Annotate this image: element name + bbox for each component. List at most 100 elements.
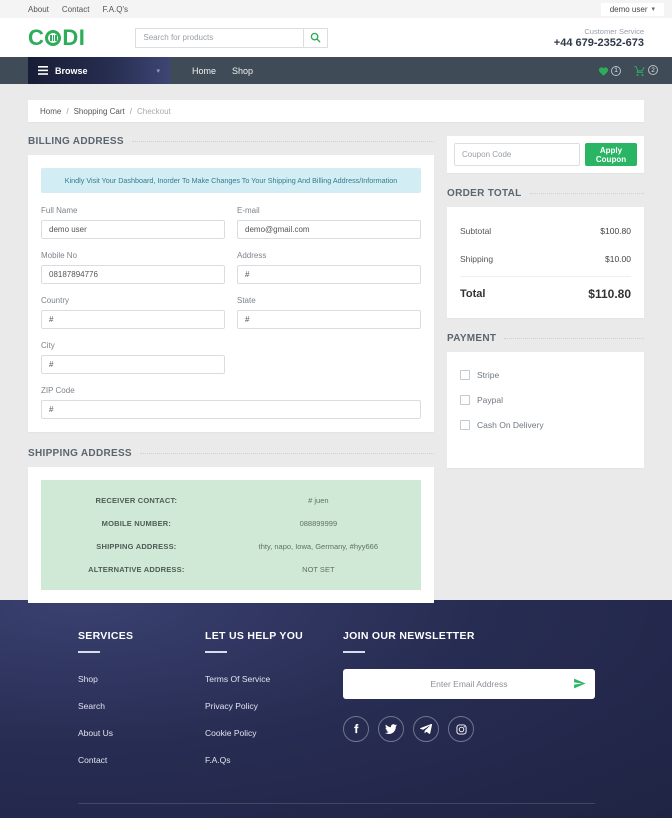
country-input[interactable]	[41, 310, 225, 329]
logo-circle-icon	[45, 29, 62, 46]
cod-label: Cash On Delivery	[477, 420, 544, 430]
newsletter-email-input[interactable]	[343, 669, 595, 699]
mobile-label: Mobile No	[41, 251, 78, 260]
alternative-address-value: NOT SET	[302, 565, 335, 574]
payment-option-paypal[interactable]: Paypal	[460, 390, 631, 405]
breadcrumb-home[interactable]: Home	[40, 107, 61, 116]
billing-card: Kindly Visit Your Dashboard, Inorder To …	[28, 155, 434, 432]
stripe-checkbox[interactable]	[460, 370, 470, 380]
cod-checkbox[interactable]	[460, 420, 470, 430]
instagram-icon[interactable]	[448, 716, 474, 742]
field-zip: ZIP Code	[41, 386, 421, 419]
footer-link-privacy[interactable]: Privacy Policy	[205, 701, 258, 711]
footer-link-cookie[interactable]: Cookie Policy	[205, 728, 257, 738]
main-header: C DI Customer Service +44 679-2352-673	[0, 18, 672, 57]
payment-card: Stripe Paypal Cash On Delivery	[447, 352, 644, 468]
field-full-name: Full Name	[41, 206, 225, 239]
paypal-checkbox[interactable]	[460, 395, 470, 405]
customer-service-phone: +44 679-2352-673	[553, 36, 644, 49]
shipping-address-value: thty, napo, Iowa, Germany, #hyy666	[258, 542, 379, 551]
nav-link-shop[interactable]: Shop	[232, 66, 253, 76]
coupon-card: Apply Coupon	[447, 136, 644, 173]
payment-heading-text: PAYMENT	[447, 333, 497, 344]
city-input[interactable]	[41, 355, 225, 374]
alternative-address-label: ALTERNATIVE ADDRESS:	[88, 565, 185, 574]
heading-dotted-line	[131, 141, 434, 142]
topbar-link-about[interactable]: About	[28, 5, 49, 14]
footer-link-contact[interactable]: Contact	[78, 755, 107, 765]
nav-icons: 1 2	[598, 57, 658, 84]
cart-button[interactable]: 2	[634, 65, 658, 76]
shipping-row: MOBILE NUMBER: 088899999	[49, 515, 413, 532]
facebook-icon[interactable]	[343, 716, 369, 742]
email-input[interactable]	[237, 220, 421, 239]
telegram-icon[interactable]	[413, 716, 439, 742]
zip-input[interactable]	[41, 400, 421, 419]
nav-links: Home Shop	[192, 57, 253, 84]
cart-icon	[634, 66, 645, 76]
state-input[interactable]	[237, 310, 421, 329]
footer-link-search[interactable]: Search	[78, 701, 105, 711]
billing-column: BILLING ADDRESS Kindly Visit Your Dashbo…	[28, 136, 434, 603]
footer-link-shop[interactable]: Shop	[78, 674, 98, 684]
chevron-down-icon: ▾	[156, 67, 160, 75]
heading-underline	[205, 651, 227, 653]
wishlist-button[interactable]: 1	[598, 65, 621, 76]
browse-dropdown[interactable]: Browse ▾	[28, 57, 170, 84]
order-total-section-heading: ORDER TOTAL	[447, 188, 644, 199]
billing-section-heading: BILLING ADDRESS	[28, 136, 434, 147]
city-label: City	[41, 341, 55, 350]
footer: SERVICES Shop Search About Us Contact LE…	[0, 600, 672, 818]
footer-link-about-us[interactable]: About Us	[78, 728, 113, 738]
user-menu-dropdown[interactable]: demo user ▾	[600, 2, 664, 16]
address-input[interactable]	[237, 265, 421, 284]
full-name-label: Full Name	[41, 206, 78, 215]
topbar-links: About Contact F.A.Q's	[28, 5, 128, 14]
footer-link-faqs[interactable]: F.A.Qs	[205, 755, 231, 765]
logo-text-right: DI	[62, 24, 86, 50]
heading-underline	[78, 651, 100, 653]
total-row: Total $110.80	[460, 287, 631, 305]
shipping-card: RECEIVER CONTACT: # juen MOBILE NUMBER: …	[28, 467, 434, 603]
order-total-card: Subtotal $100.80 Shipping $10.00 Total $…	[447, 207, 644, 318]
payment-option-cod[interactable]: Cash On Delivery	[460, 415, 631, 430]
subtotal-label: Subtotal	[460, 226, 492, 236]
payment-section-heading: PAYMENT	[447, 333, 644, 344]
heading-dotted-line	[504, 338, 644, 339]
search-input[interactable]	[135, 27, 304, 48]
topbar-link-faqs[interactable]: F.A.Q's	[102, 5, 128, 14]
footer-divider	[78, 803, 595, 804]
breadcrumb-shopping-cart[interactable]: Shopping Cart	[74, 107, 125, 116]
shipping-cost-label: Shipping	[460, 254, 494, 264]
shipping-section-heading: SHIPPING ADDRESS	[28, 448, 434, 459]
top-strip: About Contact F.A.Q's demo user ▾	[0, 0, 672, 18]
shipping-row: RECEIVER CONTACT: # juen	[49, 492, 413, 509]
nav-link-home[interactable]: Home	[192, 66, 216, 76]
breadcrumb-separator: /	[66, 106, 69, 116]
customer-service-block: Customer Service +44 679-2352-673	[554, 27, 644, 49]
apply-coupon-button[interactable]: Apply Coupon	[585, 143, 637, 166]
cart-count-badge: 2	[648, 65, 658, 75]
topbar-link-contact[interactable]: Contact	[62, 5, 90, 14]
chevron-down-icon: ▾	[651, 6, 655, 13]
shipping-row: SHIPPING ADDRESS: thty, napo, Iowa, Germ…	[49, 538, 413, 555]
browse-label: Browse	[55, 65, 88, 76]
coupon-code-input[interactable]	[454, 143, 580, 166]
payment-option-stripe[interactable]: Stripe	[460, 365, 631, 380]
heading-underline	[343, 651, 365, 653]
user-menu-label: demo user	[609, 4, 648, 14]
footer-link-terms[interactable]: Terms Of Service	[205, 674, 270, 684]
main-navbar: Browse ▾ Home Shop 1 2	[0, 57, 672, 84]
shipping-cost-row: Shipping $10.00	[460, 248, 631, 264]
search-button[interactable]	[303, 27, 329, 48]
mobile-input[interactable]	[41, 265, 225, 284]
newsletter-submit-button[interactable]	[573, 677, 586, 693]
order-column: Apply Coupon ORDER TOTAL Subtotal $100.8…	[447, 136, 644, 603]
send-icon	[574, 678, 586, 689]
twitter-icon[interactable]	[378, 716, 404, 742]
mobile-number-label: MOBILE NUMBER:	[101, 519, 172, 528]
total-value: $110.80	[588, 287, 631, 301]
full-name-input[interactable]	[41, 220, 225, 239]
site-logo[interactable]: C DI	[28, 25, 85, 51]
checkout-page: About Contact F.A.Q's demo user ▾ C DI C…	[0, 0, 672, 818]
